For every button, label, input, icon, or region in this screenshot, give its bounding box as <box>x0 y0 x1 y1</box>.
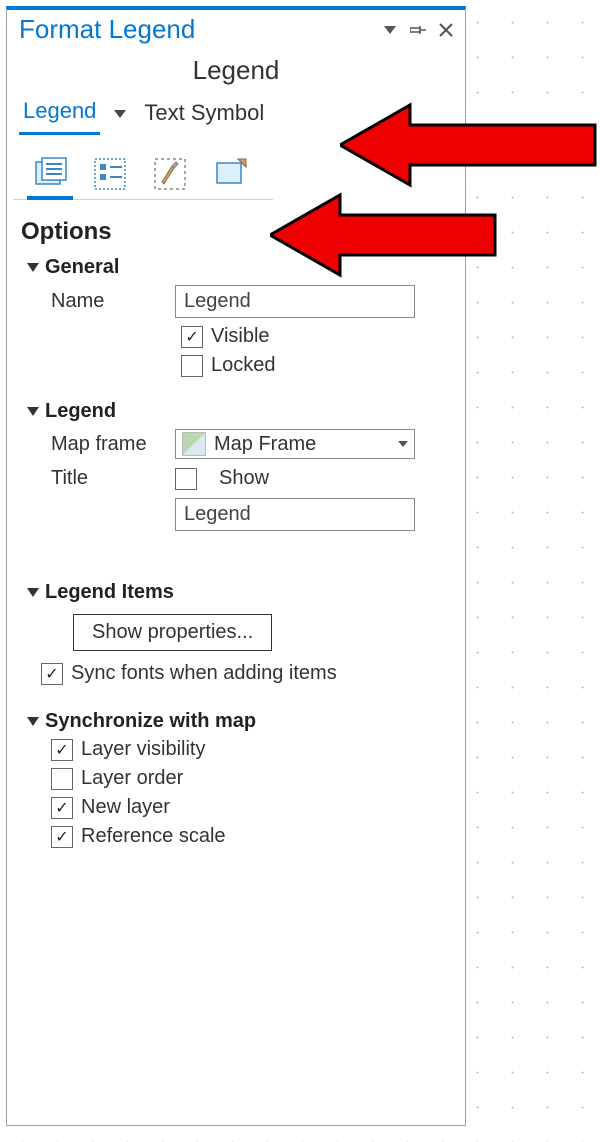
row-layer-visibility: ✓ Layer visibility <box>7 735 465 764</box>
panel-title: Format Legend <box>19 14 195 45</box>
checkbox-layer-order[interactable] <box>51 768 73 790</box>
row-layer-order: Layer order <box>7 764 465 793</box>
row-map-frame: Map frame Map Frame <box>7 425 465 463</box>
checkbox-sync-fonts[interactable]: ✓ <box>41 663 63 685</box>
row-visible: ✓ Visible <box>7 322 465 351</box>
row-new-layer: ✓ New layer <box>7 793 465 822</box>
input-name[interactable] <box>175 285 415 318</box>
select-map-frame-value: Map Frame <box>214 433 316 456</box>
label-new-layer: New layer <box>81 796 170 819</box>
label-title: Title <box>51 467 161 490</box>
row-title: Title Show <box>7 463 465 494</box>
label-layer-order: Layer order <box>81 767 183 790</box>
chevron-down-icon <box>27 717 39 726</box>
checkbox-visible[interactable]: ✓ <box>181 326 203 348</box>
button-show-properties[interactable]: Show properties... <box>73 614 272 651</box>
menu-caret-icon[interactable] <box>379 19 401 41</box>
label-layer-visibility: Layer visibility <box>81 738 205 761</box>
group-sync-map-label: Synchronize with map <box>45 710 256 733</box>
tab-legend[interactable]: Legend <box>19 92 100 135</box>
checkbox-layer-visibility[interactable]: ✓ <box>51 739 73 761</box>
group-legend-items-label: Legend Items <box>45 581 174 604</box>
annotation-arrow-top <box>340 100 600 190</box>
display-icon[interactable] <box>145 149 195 199</box>
row-locked: Locked <box>7 351 465 380</box>
map-swatch-icon <box>182 432 206 456</box>
tab-dropdown-icon[interactable] <box>114 110 126 118</box>
label-name: Name <box>51 290 161 313</box>
row-reference-scale: ✓ Reference scale <box>7 822 465 851</box>
icon-toolbar <box>13 135 273 200</box>
panel-titlebar: Format Legend <box>7 10 465 47</box>
placement-icon[interactable] <box>205 149 255 199</box>
label-locked: Locked <box>211 354 276 377</box>
group-legend[interactable]: Legend <box>7 394 465 425</box>
chevron-down-icon <box>27 263 39 272</box>
checkbox-reference-scale[interactable]: ✓ <box>51 826 73 848</box>
close-icon[interactable] <box>435 19 457 41</box>
label-sync-fonts: Sync fonts when adding items <box>71 662 337 685</box>
panel-subtitle: Legend <box>7 47 465 92</box>
input-title[interactable] <box>175 498 415 531</box>
group-legend-items[interactable]: Legend Items <box>7 575 465 606</box>
label-reference-scale: Reference scale <box>81 825 226 848</box>
annotation-arrow-bottom <box>270 190 500 280</box>
checkbox-new-layer[interactable]: ✓ <box>51 797 73 819</box>
chevron-down-icon <box>27 407 39 416</box>
tab-text-symbol[interactable]: Text Symbol <box>140 94 268 134</box>
row-title-value <box>7 494 465 535</box>
row-name: Name <box>7 281 465 322</box>
pin-icon[interactable] <box>407 19 429 41</box>
checkbox-locked[interactable] <box>181 355 203 377</box>
chevron-down-icon <box>398 441 408 447</box>
label-visible: Visible <box>211 325 270 348</box>
label-show: Show <box>219 467 269 490</box>
group-general-label: General <box>45 256 119 279</box>
group-sync-map[interactable]: Synchronize with map <box>7 704 465 735</box>
row-sync-fonts: ✓ Sync fonts when adding items <box>7 659 465 688</box>
checkbox-show-title[interactable] <box>175 468 197 490</box>
select-map-frame[interactable]: Map Frame <box>175 429 415 459</box>
label-map-frame: Map frame <box>51 433 161 456</box>
legend-options-icon[interactable] <box>25 149 75 199</box>
group-legend-label: Legend <box>45 400 116 423</box>
legend-arrangement-icon[interactable] <box>85 149 135 199</box>
chevron-down-icon <box>27 588 39 597</box>
